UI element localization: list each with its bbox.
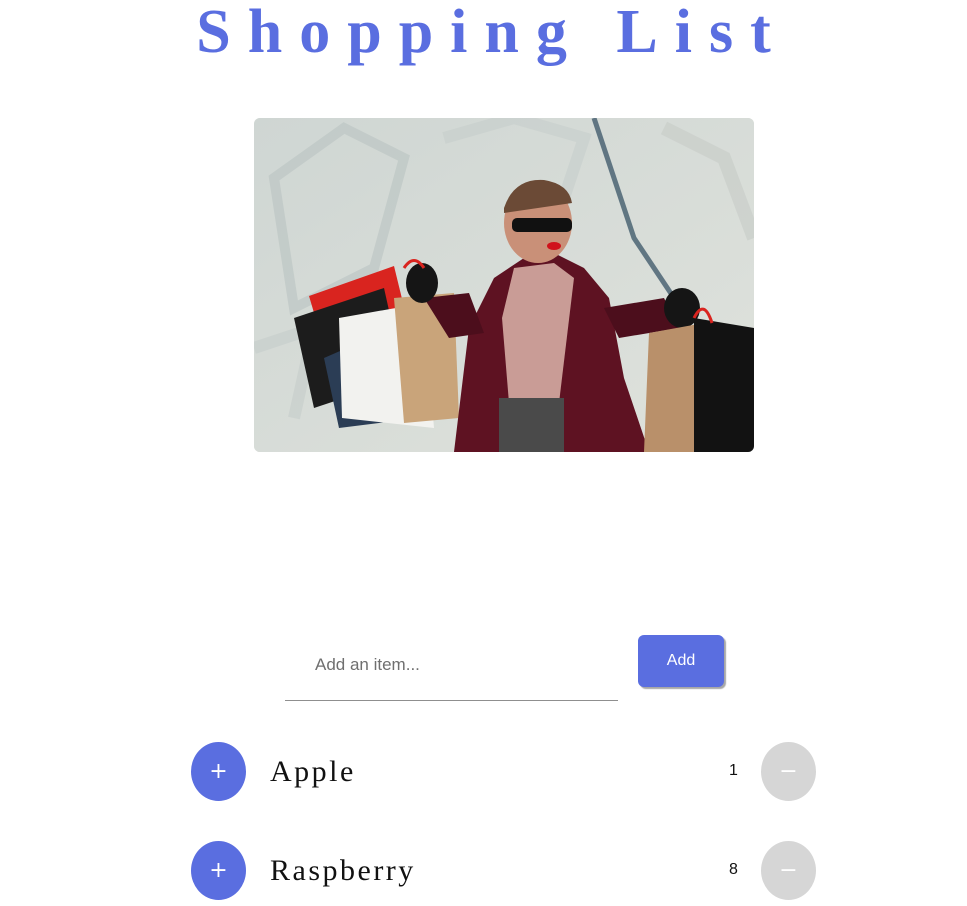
- decrease-quantity-button[interactable]: −: [761, 742, 816, 801]
- item-name: Raspberry: [270, 854, 416, 887]
- increase-quantity-button[interactable]: +: [191, 841, 246, 900]
- add-item-input[interactable]: [285, 630, 618, 701]
- add-button[interactable]: Add: [638, 635, 724, 687]
- shopping-woman-photo-icon: [254, 118, 754, 452]
- shopping-list-page: Shopping List Add an item... Add + Apple…: [0, 0, 967, 906]
- hero-image: [254, 118, 754, 452]
- item-quantity: 1: [729, 762, 738, 779]
- item-quantity: 8: [729, 861, 738, 878]
- page-title: Shopping List: [196, 0, 788, 66]
- list-item: + Raspberry 8 −: [191, 841, 816, 901]
- increase-quantity-button[interactable]: +: [191, 742, 246, 801]
- list-item: + Apple 1 −: [191, 742, 816, 802]
- decrease-quantity-button[interactable]: −: [761, 841, 816, 900]
- item-name: Apple: [270, 755, 356, 788]
